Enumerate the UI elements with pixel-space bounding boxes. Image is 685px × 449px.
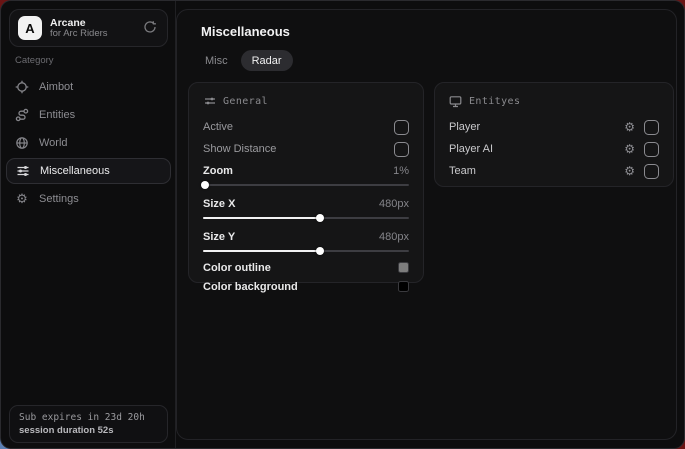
tab-bar: Misc Radar <box>194 50 293 71</box>
zoom-value: 1% <box>393 165 409 177</box>
show-distance-label: Show Distance <box>203 143 276 155</box>
app-names: Arcane for Arc Riders <box>50 17 143 40</box>
entity-row-team: Team ⚙ <box>449 160 659 182</box>
player-checkbox[interactable] <box>644 120 659 135</box>
active-checkbox[interactable] <box>394 120 409 135</box>
entity-row-player: Player ⚙ <box>449 116 659 138</box>
slider-track <box>203 184 409 186</box>
main-content: Miscellaneous Misc Radar General <box>176 9 677 440</box>
player-label: Player <box>449 121 624 133</box>
refresh-icon[interactable] <box>143 20 159 36</box>
screen: A Arcane for Arc Riders Category <box>0 0 685 449</box>
sidebar-item-settings[interactable]: ⚙ Settings <box>1 185 176 213</box>
session-duration: session duration 52s <box>19 425 158 436</box>
entities-panel-title: Entityes <box>469 96 520 107</box>
general-panel: General Active Show Distance Zoom 1% <box>188 82 424 283</box>
player-gear-icon[interactable]: ⚙ <box>624 121 635 133</box>
sidebar-item-label: Miscellaneous <box>40 165 110 177</box>
color-background-label: Color background <box>203 281 298 293</box>
team-gear-icon[interactable]: ⚙ <box>624 165 635 177</box>
sidebar-item-label: Entities <box>39 109 75 121</box>
zoom-row: Zoom 1% <box>203 162 409 180</box>
show-distance-row: Show Distance <box>203 138 409 160</box>
globe-icon <box>15 136 29 150</box>
color-background-swatch[interactable] <box>398 281 409 292</box>
slider-thumb[interactable] <box>316 247 324 255</box>
sidebar-item-world[interactable]: World <box>1 129 176 157</box>
app-header-card: A Arcane for Arc Riders <box>9 9 168 47</box>
size-y-label: Size Y <box>203 231 235 243</box>
size-x-label: Size X <box>203 198 235 210</box>
size-y-row: Size Y 480px <box>203 228 409 246</box>
active-row: Active <box>203 116 409 138</box>
general-panel-title: General <box>223 96 268 107</box>
size-x-value: 480px <box>379 198 409 210</box>
slider-thumb[interactable] <box>201 181 209 189</box>
sidebar-item-aimbot[interactable]: Aimbot <box>1 73 176 101</box>
player-ai-checkbox[interactable] <box>644 142 659 157</box>
zoom-label: Zoom <box>203 165 233 177</box>
monitor-icon <box>449 95 462 108</box>
entity-row-player-ai: Player AI ⚙ <box>449 138 659 160</box>
color-background-row: Color background <box>203 277 409 296</box>
category-label: Category <box>15 55 54 66</box>
entities-panel: Entityes Player ⚙ Player AI ⚙ Team ⚙ <box>434 82 674 187</box>
team-checkbox[interactable] <box>644 164 659 179</box>
entities-panel-header: Entityes <box>449 93 659 109</box>
size-x-slider[interactable] <box>203 213 409 223</box>
player-ai-gear-icon[interactable]: ⚙ <box>624 143 635 155</box>
color-outline-label: Color outline <box>203 262 271 274</box>
sidebar-item-label: Settings <box>39 193 79 205</box>
zoom-slider[interactable] <box>203 180 409 190</box>
subscription-expires: Sub expires in 23d 20h <box>19 412 158 423</box>
app-window: A Arcane for Arc Riders Category <box>0 0 685 449</box>
route-icon <box>15 108 29 122</box>
color-outline-row: Color outline <box>203 258 409 277</box>
general-panel-header: General <box>203 93 409 109</box>
slider-fill <box>203 250 320 252</box>
sidebar-item-label: Aimbot <box>39 81 73 93</box>
sidebar-item-miscellaneous[interactable]: Miscellaneous <box>6 158 171 184</box>
slider-thumb[interactable] <box>316 214 324 222</box>
app-logo-letter: A <box>25 21 34 36</box>
app-logo: A <box>18 16 42 40</box>
sidebar-item-label: World <box>39 137 68 149</box>
tab-radar[interactable]: Radar <box>241 50 293 71</box>
gear-icon: ⚙ <box>15 192 29 206</box>
size-y-value: 480px <box>379 231 409 243</box>
app-title: Arcane <box>50 17 143 29</box>
show-distance-checkbox[interactable] <box>394 142 409 157</box>
sidebar-nav: Aimbot Entities <box>1 73 176 213</box>
size-x-row: Size X 480px <box>203 195 409 213</box>
sliders-icon <box>16 164 30 178</box>
color-outline-swatch[interactable] <box>398 262 409 273</box>
sidebar: A Arcane for Arc Riders Category <box>1 1 176 448</box>
size-y-slider[interactable] <box>203 246 409 256</box>
slider-fill <box>203 217 320 219</box>
page-title: Miscellaneous <box>201 24 290 39</box>
player-ai-label: Player AI <box>449 143 624 155</box>
crosshair-icon <box>15 80 29 94</box>
settings-sliders-icon <box>203 95 216 108</box>
sidebar-item-entities[interactable]: Entities <box>1 101 176 129</box>
subscription-card: Sub expires in 23d 20h session duration … <box>9 405 168 443</box>
active-label: Active <box>203 121 233 133</box>
app-subtitle: for Arc Riders <box>50 29 143 40</box>
team-label: Team <box>449 165 624 177</box>
tab-misc[interactable]: Misc <box>194 50 239 71</box>
